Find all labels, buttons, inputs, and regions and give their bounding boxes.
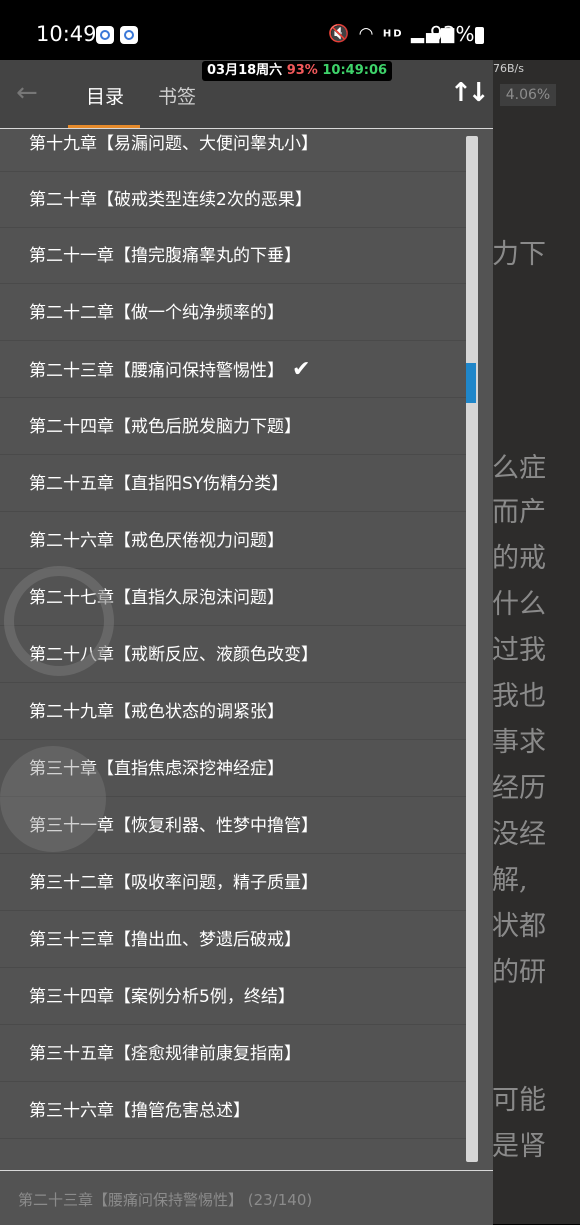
status-bar: 10:49 🔇 ◠ HD ▂▄▆ 93%	[0, 0, 580, 60]
chapter-item[interactable]: 第三十五章【痊愈规律前康复指南】	[0, 1026, 466, 1082]
baidu-app-icon-2	[120, 26, 138, 44]
chapter-item[interactable]: 第三十四章【案例分析5例，终结】	[0, 969, 466, 1025]
reader-text-line: 的研	[492, 957, 546, 988]
chapter-item[interactable]: 第三十三章【撸出血、梦遗后破戒】	[0, 912, 466, 968]
reader-text-line: 力下	[492, 239, 546, 270]
reader-text-line: 而产	[492, 497, 546, 528]
reader-text-line: 什么	[492, 589, 546, 620]
reader-text-line: 可能	[492, 1085, 546, 1116]
tab-contents[interactable]: 目录	[86, 82, 124, 109]
reader-text-line: 的戒	[492, 543, 546, 574]
chapter-item[interactable]: 第二十二章【做一个纯净频率的】	[0, 285, 466, 341]
reader-text-line: 么症	[492, 453, 546, 484]
drawer-footer: 第二十三章【腰痛问保持警惕性】 (23/140)	[0, 1170, 493, 1225]
overlay-time: 10:49:06	[322, 63, 388, 78]
battery-icon	[475, 27, 484, 44]
back-arrow-icon[interactable]: ←	[16, 78, 38, 108]
overlay-date-text: 03月18周六	[207, 63, 283, 78]
reader-text-line: 事求	[492, 727, 546, 758]
chapter-item[interactable]: 第二十六章【戒色厌倦视力问题】	[0, 513, 466, 569]
battery-percent: 93%	[430, 22, 475, 46]
status-time: 10:49	[36, 22, 97, 46]
current-chapter-indicator[interactable]: 第二十三章【腰痛问保持警惕性】 (23/140)	[18, 1189, 312, 1210]
floating-ring-overlay	[4, 566, 114, 676]
date-overlay: 03月18周六 93% 10:49:06	[202, 61, 393, 81]
reader-text-line: 过我	[492, 635, 546, 666]
scrollbar-track[interactable]	[466, 136, 478, 1162]
hd-icon: HD	[382, 28, 404, 40]
chapter-item[interactable]: 第三十二章【吸收率问题，精子质量】	[0, 855, 466, 911]
floating-touch-overlay[interactable]	[0, 746, 106, 852]
chapter-item[interactable]: 第十九章【易漏问题、大便问睾丸小】	[0, 128, 466, 172]
chapter-item[interactable]: 第三十六章【撸管危害总述】	[0, 1083, 466, 1139]
reader-text-line: 解,	[492, 865, 528, 896]
chapter-item-current[interactable]: 第二十三章【腰痛问保持警惕性】 ✔	[0, 342, 466, 398]
reader-text-line: 我也	[492, 681, 546, 712]
reader-text-line: 是肾	[492, 1131, 546, 1162]
sort-icon[interactable]: ↑↓	[450, 78, 490, 108]
chapter-item[interactable]: 第二十四章【戒色后脱发脑力下题】	[0, 399, 466, 455]
chapter-item[interactable]: 第二十九章【戒色状态的调紧张】	[0, 684, 466, 740]
tab-bookmarks[interactable]: 书签	[158, 82, 196, 109]
chapter-label: 第二十三章【腰痛问保持警惕性】	[29, 361, 284, 381]
baidu-app-icon	[96, 26, 114, 44]
reader-text-line: 经历	[492, 773, 546, 804]
overlay-battery: 93%	[286, 63, 318, 78]
checkmark-icon: ✔	[292, 357, 311, 382]
reading-progress: 4.06%	[500, 84, 556, 106]
reader-text-line: 没经	[492, 819, 546, 850]
wifi-icon: ◠	[358, 24, 376, 44]
scrollbar-thumb[interactable]	[466, 363, 476, 403]
chapter-item[interactable]: 第二十章【破戒类型连续2次的恶果】	[0, 172, 466, 228]
mute-icon: 🔇	[328, 24, 352, 44]
reader-text-line: 状都	[492, 911, 546, 942]
chapter-item[interactable]: 第二十五章【直指阳SY伤精分类】	[0, 456, 466, 512]
chapter-item[interactable]: 第二十一章【撸完腹痛睾丸的下垂】	[0, 228, 466, 284]
